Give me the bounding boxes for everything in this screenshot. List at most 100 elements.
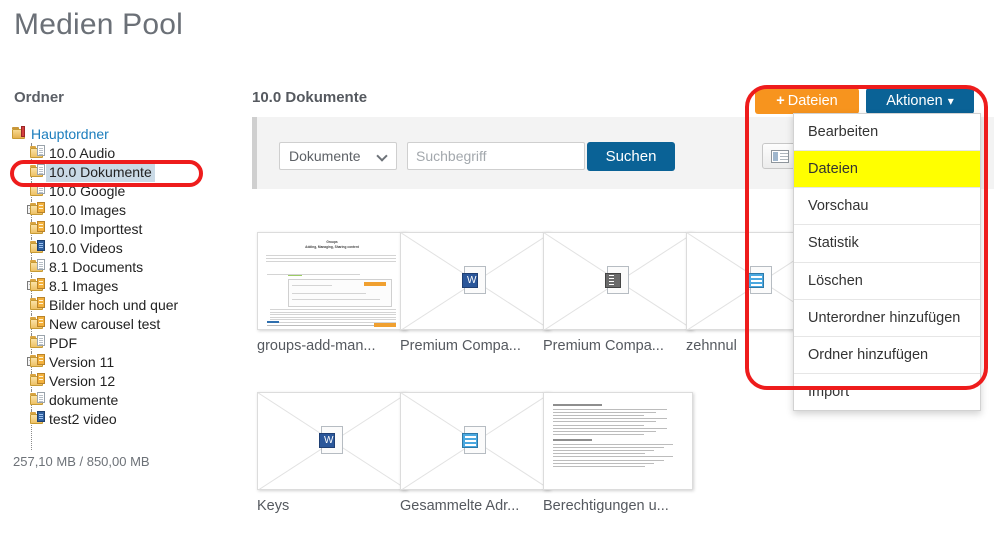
menu-item-ordner-hinzufügen[interactable]: Ordner hinzufügen	[794, 337, 980, 374]
filter-select[interactable]: Dokumente	[279, 142, 397, 170]
doc-folder-icon	[30, 335, 45, 349]
content-heading: 10.0 Dokumente	[252, 89, 368, 106]
file-tile[interactable]: Berechtigungen u...	[543, 392, 703, 514]
add-files-label: Dateien	[787, 93, 838, 109]
sidebar-item-label: Version 11	[49, 353, 115, 370]
file-thumbnail[interactable]: Groups Adding, Managing, Sharing content	[257, 232, 407, 330]
sidebar-item-10-0-audio[interactable]: 10.0 Audio	[12, 143, 240, 162]
file-name-label: Keys	[257, 498, 290, 514]
sidebar-item-pdf[interactable]: PDF	[12, 333, 240, 352]
actions-label: Aktionen	[886, 93, 943, 109]
sidebar-item-version-12[interactable]: Version 12	[12, 371, 240, 390]
menu-item-label: Statistik	[808, 235, 859, 252]
sheet-icon	[462, 426, 488, 456]
file-name-label: groups-add-man...	[257, 338, 376, 354]
file-tile[interactable]: Groups Adding, Managing, Sharing content g…	[257, 232, 417, 354]
menu-item-label: Bearbeiten	[808, 124, 879, 140]
media-folder-icon	[30, 411, 45, 425]
image-folder-icon	[30, 202, 45, 216]
menu-item-label: Unterordner hinzufügen	[808, 309, 961, 326]
sidebar-item-label: 8.1 Images	[49, 277, 119, 294]
menu-item-label: Import	[808, 383, 850, 400]
sidebar-item-label: 10.0 Audio	[49, 144, 116, 161]
file-thumbnail[interactable]	[543, 232, 693, 330]
menu-item-bearbeiten[interactable]: Bearbeiten	[794, 114, 980, 152]
file-thumbnail[interactable]	[400, 392, 550, 490]
doc-folder-icon	[30, 145, 45, 159]
sidebar-item-label: 10.0 Google	[49, 182, 126, 199]
sidebar-item-10-0-images[interactable]: 10.0 Images	[12, 200, 240, 219]
menu-item-label: Dateien	[808, 161, 858, 178]
actions-dropdown-menu[interactable]: Bearbeiten Dateien Vorschau Statistik Lösche…	[793, 113, 981, 411]
sidebar-item-label: 10.0 Images	[49, 201, 127, 218]
menu-item-löschen[interactable]: Löschen	[794, 263, 980, 300]
search-input[interactable]	[407, 142, 585, 170]
zip-icon	[605, 266, 631, 296]
sidebar-item-10-0-videos[interactable]: 10.0 Videos	[12, 238, 240, 257]
filter-select-value: Dokumente	[289, 148, 361, 164]
sidebar-item-label: 10.0 Dokumente	[46, 162, 155, 182]
image-folder-icon	[30, 354, 45, 368]
doc-folder-icon	[30, 183, 45, 197]
sidebar-item-8-1-documents[interactable]: 8.1 Documents	[12, 257, 240, 276]
file-tile[interactable]: Premium Compa...	[543, 232, 703, 354]
sidebar-item-bilder-hoch-und-quer[interactable]: Bilder hoch und quer	[12, 295, 240, 314]
search-button[interactable]: Suchen	[587, 142, 675, 171]
sidebar-item-label: dokumente	[49, 391, 119, 408]
file-name-label: Premium Compa...	[400, 338, 521, 354]
sidebar-item-hauptordner[interactable]: Hauptordner	[12, 124, 240, 143]
folder-column-heading: Ordner	[14, 89, 65, 106]
sidebar-item-label: 10.0 Videos	[49, 239, 123, 256]
file-tile[interactable]: Gesammelte Adr...	[400, 392, 560, 514]
menu-item-dateien[interactable]: Dateien	[794, 151, 980, 189]
image-folder-icon	[30, 373, 45, 387]
doc-folder-icon	[30, 392, 45, 406]
file-name-label: Gesammelte Adr...	[400, 498, 520, 514]
storage-quota-label: 257,10 MB / 850,00 MB	[13, 454, 150, 469]
file-thumbnail[interactable]	[400, 232, 550, 330]
menu-item-import[interactable]: Import	[794, 374, 980, 410]
sidebar-item-label: Version 12	[49, 372, 116, 389]
menu-item-label: Ordner hinzufügen	[808, 346, 929, 363]
menu-item-label: Löschen	[808, 272, 863, 289]
sheet-icon	[748, 266, 774, 296]
image-folder-icon	[30, 316, 45, 330]
menu-item-vorschau[interactable]: Vorschau	[794, 188, 980, 226]
file-tile[interactable]: Keys	[257, 392, 417, 514]
sidebar-item-label: test2 video	[49, 410, 117, 427]
sidebar-item-10-0-google[interactable]: 10.0 Google	[12, 181, 240, 200]
root-folder-icon	[12, 126, 27, 140]
menu-item-statistik[interactable]: Statistik	[794, 225, 980, 263]
sidebar-item-label: Bilder hoch und quer	[49, 296, 179, 313]
folder-tree[interactable]: Hauptordner 10.0 Audio 10.0 Dokumente 10.0 …	[12, 124, 240, 450]
sidebar-item-10-0-dokumente[interactable]: 10.0 Dokumente	[12, 162, 240, 182]
menu-item-unterordner-hinzufügen[interactable]: Unterordner hinzufügen	[794, 300, 980, 337]
file-thumbnail[interactable]	[257, 392, 407, 490]
actions-button[interactable]: Aktionen ▾	[866, 88, 974, 114]
add-files-button[interactable]: + Dateien	[755, 88, 859, 114]
sidebar-item-new-carousel-test[interactable]: New carousel test	[12, 314, 240, 333]
word-icon	[319, 426, 345, 456]
image-folder-icon	[30, 278, 45, 292]
sidebar-item-label: 10.0 Importtest	[49, 220, 143, 237]
sidebar-item-label: Hauptordner	[31, 125, 109, 142]
sidebar-item-label: New carousel test	[49, 315, 161, 332]
sidebar-item-dokumente[interactable]: dokumente	[12, 390, 240, 409]
sidebar-item-label: PDF	[49, 334, 77, 351]
list-view-glyph	[771, 150, 789, 163]
file-tile[interactable]: Premium Compa...	[400, 232, 560, 354]
doc-folder-icon	[30, 164, 45, 178]
sidebar-item-version-11[interactable]: Version 11	[12, 352, 240, 371]
sidebar-item-label: 8.1 Documents	[49, 258, 144, 275]
sidebar-item-test2-video[interactable]: test2 video	[12, 409, 240, 428]
plus-icon: +	[776, 93, 785, 109]
sidebar-item-10-0-importtest[interactable]: 10.0 Importtest	[12, 219, 240, 238]
menu-item-label: Vorschau	[808, 198, 869, 215]
chevron-down-icon: ▾	[947, 94, 954, 108]
image-folder-icon	[30, 221, 45, 235]
sidebar-item-8-1-images[interactable]: 8.1 Images	[12, 276, 240, 295]
page-title: Medien Pool	[14, 8, 183, 41]
preview-title: Groups Adding, Managing, Sharing content	[305, 240, 359, 249]
file-thumbnail[interactable]	[543, 392, 693, 490]
file-name-label: Berechtigungen u...	[543, 498, 669, 514]
